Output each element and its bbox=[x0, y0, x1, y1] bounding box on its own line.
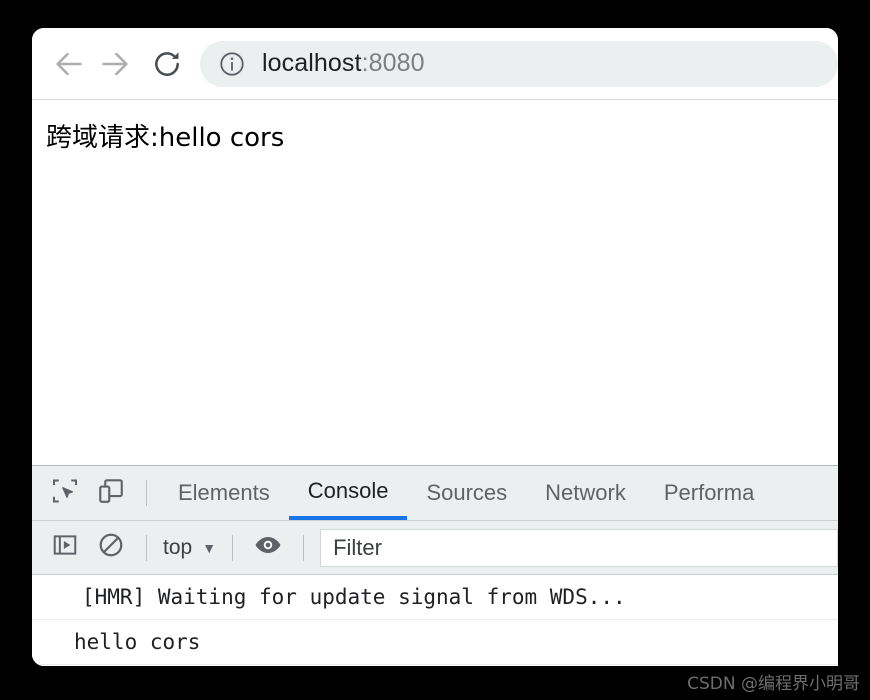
tab-console[interactable]: Console bbox=[288, 466, 408, 520]
inspect-element-icon bbox=[50, 476, 80, 511]
address-bar[interactable]: localhost:8080 bbox=[200, 40, 838, 87]
device-toolbar-button[interactable] bbox=[88, 470, 134, 516]
console-sidebar-toggle-button[interactable] bbox=[42, 525, 88, 571]
watermark: CSDN @编程界小明哥 bbox=[687, 674, 860, 694]
console-toolbar-divider-1 bbox=[146, 534, 147, 561]
console-context-label: top bbox=[163, 535, 193, 559]
arrow-right-icon bbox=[98, 47, 132, 81]
console-message-list[interactable]: [HMR] Waiting for update signal from WDS… bbox=[32, 575, 838, 666]
inspect-element-button[interactable] bbox=[42, 470, 88, 516]
eye-icon bbox=[253, 530, 283, 565]
console-message-row: hello cors bbox=[32, 620, 838, 665]
devtools-tabbar: Elements Console Sources Network Perform… bbox=[32, 466, 838, 521]
tab-console-label: Console bbox=[307, 478, 389, 503]
address-bar-url: localhost:8080 bbox=[262, 49, 425, 78]
forward-button[interactable] bbox=[92, 41, 138, 87]
clear-console-icon bbox=[97, 531, 125, 564]
chevron-down-icon: ▼ bbox=[202, 539, 217, 556]
tab-network-label: Network bbox=[545, 480, 626, 505]
console-message-row: [HMR] Waiting for update signal from WDS… bbox=[32, 575, 838, 620]
reload-button[interactable] bbox=[144, 41, 190, 87]
device-toolbar-icon bbox=[96, 476, 126, 511]
page-viewport: 跨域请求:hello cors bbox=[32, 100, 838, 465]
address-bar-host: localhost bbox=[262, 49, 362, 77]
console-filter-input[interactable]: Filter bbox=[320, 528, 838, 567]
tab-sources-label: Sources bbox=[426, 480, 508, 505]
console-filter-placeholder: Filter bbox=[333, 534, 382, 560]
devtools-panel: Elements Console Sources Network Perform… bbox=[32, 465, 838, 666]
tab-performance-label: Performa bbox=[663, 480, 755, 505]
tab-network[interactable]: Network bbox=[526, 466, 645, 520]
console-message-text: [HMR] Waiting for update signal from WDS… bbox=[82, 585, 626, 609]
browser-window: localhost:8080 跨域请求:hello cors Elements … bbox=[32, 28, 838, 666]
back-button[interactable] bbox=[46, 41, 92, 87]
console-toolbar-divider-2 bbox=[232, 534, 234, 561]
console-context-selector[interactable]: top ▼ bbox=[159, 536, 220, 560]
browser-toolbar: localhost:8080 bbox=[32, 28, 838, 100]
reload-icon bbox=[151, 48, 183, 80]
page-body-text: 跨域请求:hello cors bbox=[46, 123, 285, 153]
toolbar-divider bbox=[146, 480, 147, 506]
console-message-text: hello cors bbox=[74, 630, 201, 654]
info-circle-icon[interactable] bbox=[218, 50, 246, 78]
address-bar-port: :8080 bbox=[361, 49, 425, 77]
console-sidebar-toggle-icon bbox=[51, 531, 79, 564]
tab-elements-label: Elements bbox=[178, 480, 270, 505]
arrow-left-icon bbox=[52, 47, 86, 81]
console-toolbar-divider-3 bbox=[303, 534, 305, 561]
live-expression-button[interactable] bbox=[245, 525, 291, 571]
tab-elements[interactable]: Elements bbox=[159, 466, 289, 520]
tab-sources[interactable]: Sources bbox=[407, 466, 526, 520]
console-toolbar: top ▼ Filter bbox=[32, 521, 838, 575]
tab-performance[interactable]: Performa bbox=[645, 466, 773, 520]
clear-console-button[interactable] bbox=[88, 525, 134, 571]
